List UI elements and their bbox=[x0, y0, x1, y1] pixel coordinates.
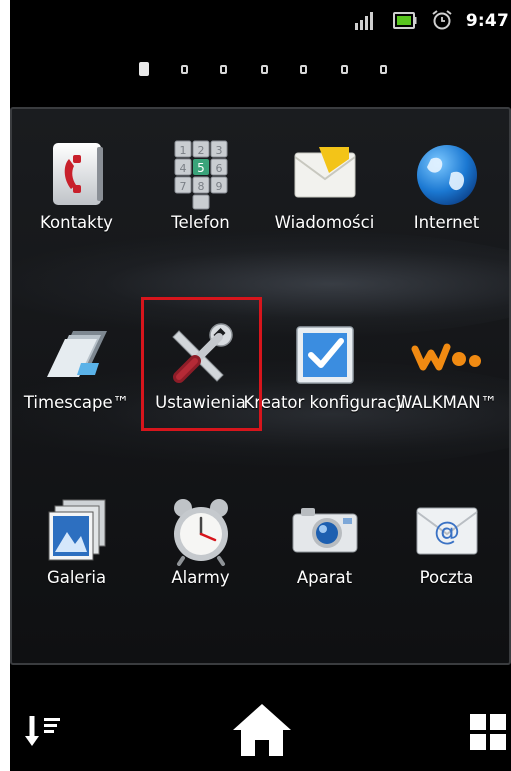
svg-text:@: @ bbox=[434, 517, 460, 547]
svg-text:3: 3 bbox=[216, 144, 223, 157]
phone-keypad-icon: 5 123 4 6 789 bbox=[174, 140, 228, 210]
page-dot[interactable] bbox=[300, 65, 307, 74]
gallery-icon bbox=[48, 499, 106, 561]
timescape-icon bbox=[47, 331, 107, 377]
phone-screen: 9:47 Kontakty 5 1 2 3 4 6 7 8 9 Telefon … bbox=[10, 0, 511, 771]
page-dot-active[interactable] bbox=[139, 62, 149, 76]
checkbox-icon bbox=[296, 326, 354, 384]
bottom-dock bbox=[10, 688, 511, 771]
alarm-clock-icon bbox=[174, 499, 228, 566]
app-internet[interactable]: Internet bbox=[384, 139, 509, 289]
globe-icon bbox=[417, 145, 477, 205]
battery-icon bbox=[393, 12, 417, 29]
app-label: Poczta bbox=[419, 568, 474, 587]
home-icon[interactable] bbox=[231, 702, 293, 758]
svg-text:6: 6 bbox=[216, 162, 223, 175]
highlight-box bbox=[141, 297, 262, 431]
page-dot[interactable] bbox=[380, 65, 387, 74]
sort-icon[interactable] bbox=[24, 712, 64, 752]
svg-text:9: 9 bbox=[216, 180, 223, 193]
svg-text:1: 1 bbox=[180, 144, 187, 157]
page-dot[interactable] bbox=[181, 65, 188, 74]
contacts-icon bbox=[53, 143, 103, 205]
app-poczta[interactable]: @ Poczta bbox=[384, 494, 509, 644]
svg-text:7: 7 bbox=[180, 180, 187, 193]
svg-text:8: 8 bbox=[198, 180, 205, 193]
app-label: Internet bbox=[413, 213, 480, 232]
email-icon: @ bbox=[416, 507, 478, 555]
svg-text:2: 2 bbox=[198, 144, 205, 157]
page-dot[interactable] bbox=[220, 65, 227, 74]
signal-icon bbox=[355, 12, 373, 30]
grid-icon[interactable] bbox=[470, 714, 511, 754]
svg-text:4: 4 bbox=[180, 162, 187, 175]
page-dot[interactable] bbox=[341, 65, 348, 74]
alarm-clock-icon bbox=[432, 10, 452, 30]
svg-text:5: 5 bbox=[197, 161, 205, 175]
status-time: 9:47 bbox=[465, 11, 509, 31]
page-dot[interactable] bbox=[261, 65, 268, 74]
envelope-icon bbox=[294, 147, 356, 198]
page-indicator[interactable] bbox=[10, 52, 511, 82]
status-bar: 9:47 bbox=[10, 0, 511, 40]
app-label: WALKMAN™ bbox=[395, 393, 498, 412]
walkman-icon bbox=[411, 343, 481, 371]
camera-icon bbox=[292, 508, 358, 553]
app-walkman[interactable]: WALKMAN™ bbox=[384, 319, 509, 469]
